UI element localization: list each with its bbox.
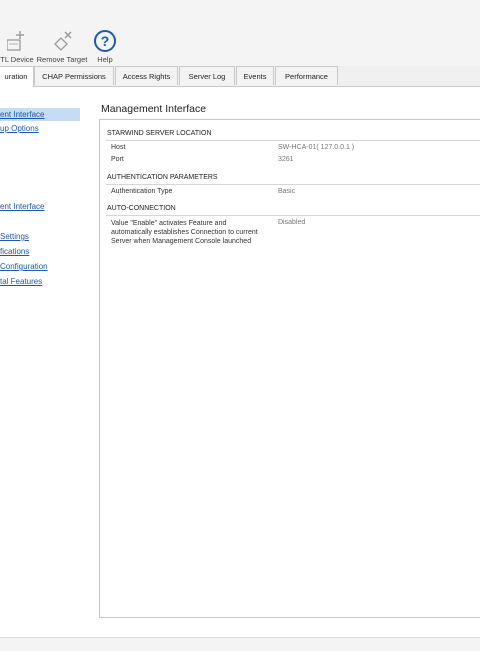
host-value[interactable]: SW-HCA-01( 127.0.0.1 ) <box>278 144 354 151</box>
tab-server-log[interactable]: Server Log <box>179 66 235 85</box>
tab-performance[interactable]: Performance <box>275 66 338 85</box>
status-bar <box>0 637 480 651</box>
port-label: Port <box>111 156 124 163</box>
section-heading-auth: AUTHENTICATION PARAMETERS <box>107 174 218 181</box>
sidebar-item-management-interface-2[interactable]: ent Interface <box>0 202 44 211</box>
svg-text:?: ? <box>101 33 110 49</box>
window-titlebar <box>0 0 480 22</box>
sidebar-item-experimental-features[interactable]: tal Features <box>0 277 42 286</box>
help-icon: ? <box>92 28 118 54</box>
section-heading-location: STARWIND SERVER LOCATION <box>107 130 212 137</box>
autoconnection-description: Value "Enable" activates Feature and aut… <box>111 220 258 245</box>
section-heading-autoconnection: AUTO-CONNECTION <box>107 205 176 212</box>
add-device-label: TL Device <box>0 55 34 64</box>
tab-chap-permissions[interactable]: CHAP Permissions <box>34 66 114 85</box>
sidebar-item-settings[interactable]: Settings <box>0 232 29 241</box>
tab-access-rights[interactable]: Access Rights <box>115 66 178 85</box>
port-value[interactable]: 3261 <box>278 156 294 163</box>
help-label: Help <box>97 55 113 64</box>
tab-configuration[interactable]: uration <box>0 66 34 87</box>
autoconnection-value[interactable]: Disabled <box>278 219 305 226</box>
remove-target-icon <box>36 28 88 54</box>
remove-target-button[interactable]: Remove Target <box>36 28 88 64</box>
section-divider <box>106 140 480 141</box>
host-label: Host <box>111 144 126 151</box>
sidebar-item-startup-options[interactable]: up Options <box>0 124 39 133</box>
tab-events[interactable]: Events <box>236 66 274 85</box>
remove-target-label: Remove Target <box>36 55 88 64</box>
add-device-icon <box>0 28 34 54</box>
tab-bar: uration CHAP Permissions Access Rights S… <box>0 66 480 87</box>
section-divider <box>106 215 480 216</box>
sidebar-item-notifications[interactable]: fications <box>0 247 29 256</box>
add-device-button[interactable]: TL Device <box>0 28 34 64</box>
page-title: Management Interface <box>101 103 207 115</box>
sidebar-item-configuration[interactable]: Configuration <box>0 262 48 271</box>
settings-panel: STARWIND SERVER LOCATION Host SW-HCA-01(… <box>99 119 480 618</box>
help-button[interactable]: ? Help <box>92 28 118 64</box>
sidebar-item-management-interface[interactable]: ent Interface <box>0 108 80 121</box>
auth-type-label: Authentication Type <box>111 188 173 195</box>
toolbar: TL Device Remove Target ? Help <box>0 22 480 66</box>
section-divider <box>106 184 480 185</box>
auth-type-value[interactable]: Basic <box>278 188 295 195</box>
